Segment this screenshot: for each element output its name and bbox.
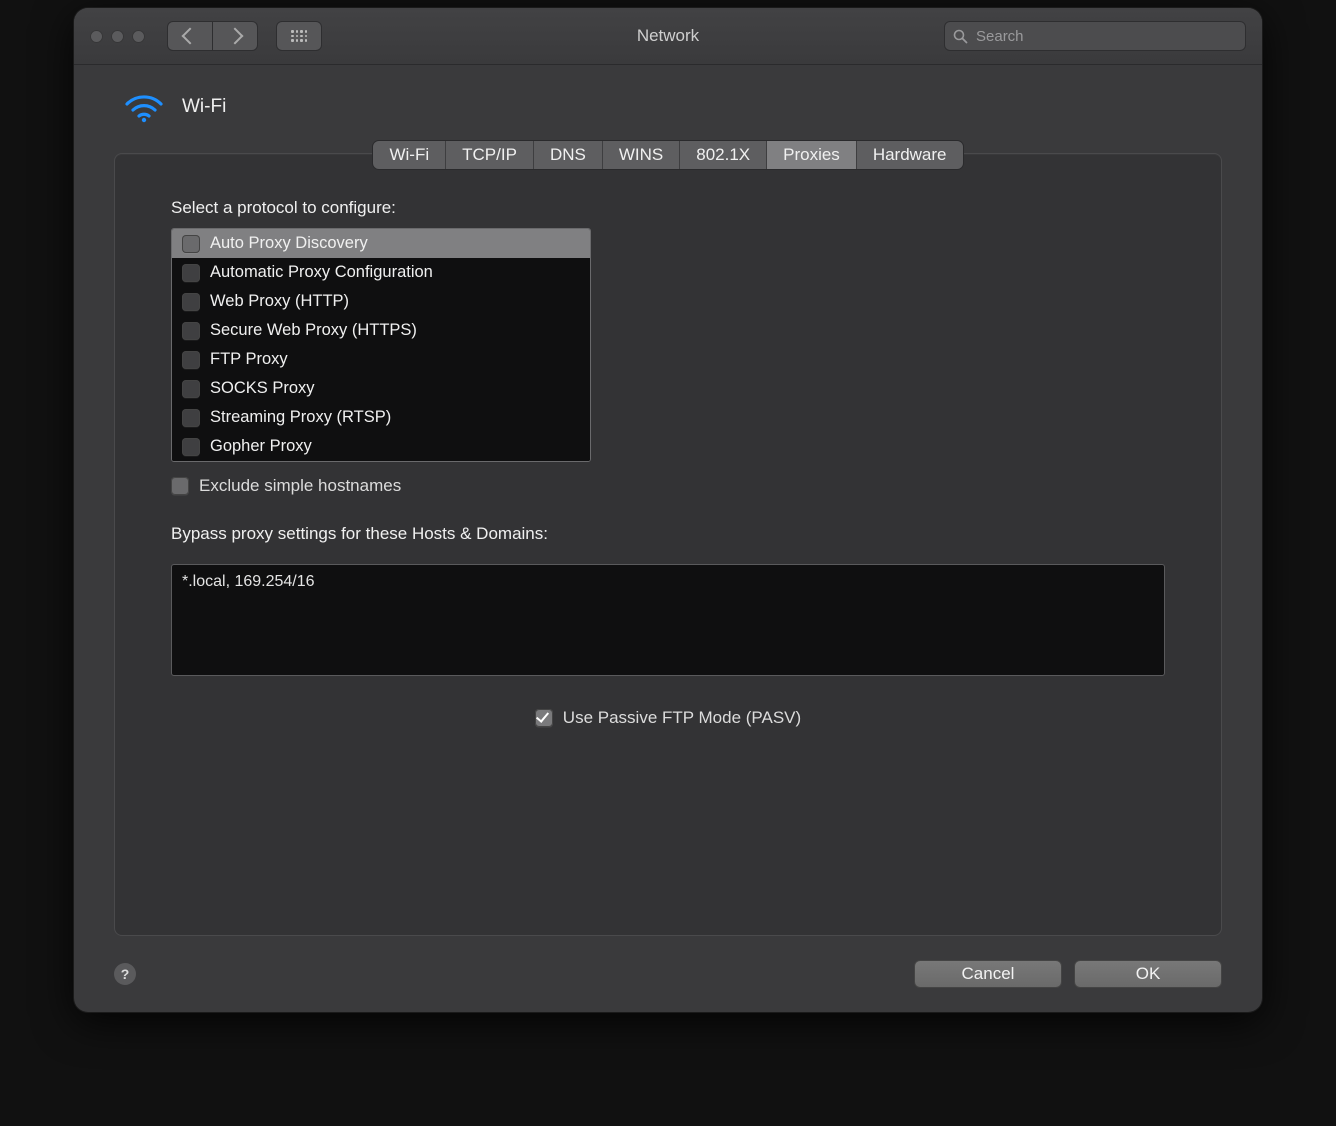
close-window-button[interactable] xyxy=(90,30,103,43)
protocol-row[interactable]: Secure Web Proxy (HTTPS) xyxy=(172,316,590,345)
back-button[interactable] xyxy=(167,21,213,51)
checkbox-icon xyxy=(182,235,200,253)
forward-button[interactable] xyxy=(213,21,258,51)
bypass-label: Bypass proxy settings for these Hosts & … xyxy=(171,524,1165,544)
ok-button[interactable]: OK xyxy=(1074,960,1222,988)
cancel-button[interactable]: Cancel xyxy=(914,960,1062,988)
wifi-icon xyxy=(124,91,164,123)
chevron-left-icon xyxy=(182,28,199,45)
proxies-panel: Select a protocol to configure: Auto Pro… xyxy=(114,153,1222,936)
search-field[interactable] xyxy=(944,21,1246,51)
protocol-label: Secure Web Proxy (HTTPS) xyxy=(210,321,417,340)
tab-bar: Wi-FiTCP/IPDNSWINS802.1XProxiesHardware xyxy=(114,141,1222,169)
checkbox-icon xyxy=(171,477,189,495)
show-all-button[interactable] xyxy=(276,21,322,51)
interface-header: Wi-Fi xyxy=(124,91,1222,123)
protocol-row[interactable]: FTP Proxy xyxy=(172,345,590,374)
footer: ? Cancel OK xyxy=(74,954,1262,1012)
interface-name: Wi-Fi xyxy=(182,96,226,118)
window-controls xyxy=(90,30,145,43)
tab-proxies[interactable]: Proxies xyxy=(766,141,856,169)
tab-tcp-ip[interactable]: TCP/IP xyxy=(445,141,533,169)
grid-icon xyxy=(291,30,307,42)
checkbox-icon xyxy=(182,322,200,340)
help-button[interactable]: ? xyxy=(114,963,136,985)
protocol-label: Web Proxy (HTTP) xyxy=(210,292,349,311)
minimize-window-button[interactable] xyxy=(111,30,124,43)
passive-ftp-label: Use Passive FTP Mode (PASV) xyxy=(563,708,801,728)
tab-dns[interactable]: DNS xyxy=(533,141,602,169)
exclude-simple-hostnames-label: Exclude simple hostnames xyxy=(199,476,401,496)
zoom-window-button[interactable] xyxy=(132,30,145,43)
protocol-row[interactable]: Gopher Proxy xyxy=(172,432,590,461)
tab-802-1x[interactable]: 802.1X xyxy=(679,141,766,169)
content-area: Wi-Fi Wi-FiTCP/IPDNSWINS802.1XProxiesHar… xyxy=(74,65,1262,954)
protocol-row[interactable]: Streaming Proxy (RTSP) xyxy=(172,403,590,432)
chevron-right-icon xyxy=(227,28,244,45)
protocol-label: Gopher Proxy xyxy=(210,437,312,456)
checkbox-icon xyxy=(182,380,200,398)
bypass-textarea[interactable] xyxy=(171,564,1165,676)
protocol-row[interactable]: Auto Proxy Discovery xyxy=(172,229,590,258)
titlebar: Network xyxy=(74,8,1262,65)
passive-ftp-checkbox[interactable]: Use Passive FTP Mode (PASV) xyxy=(171,708,1165,728)
checkbox-icon xyxy=(182,409,200,427)
search-input[interactable] xyxy=(974,27,1237,46)
tab-hardware[interactable]: Hardware xyxy=(856,141,963,169)
protocol-row[interactable]: Web Proxy (HTTP) xyxy=(172,287,590,316)
protocol-label: SOCKS Proxy xyxy=(210,379,315,398)
preferences-window: Network Wi-Fi Wi-FiTCP/IPDNSWINS802.1XPr… xyxy=(74,8,1262,1012)
checkbox-icon xyxy=(182,264,200,282)
checkbox-icon xyxy=(182,293,200,311)
protocol-row[interactable]: SOCKS Proxy xyxy=(172,374,590,403)
protocol-label: Auto Proxy Discovery xyxy=(210,234,368,253)
protocol-label: Automatic Proxy Configuration xyxy=(210,263,433,282)
protocol-list[interactable]: Auto Proxy Discovery Automatic Proxy Conf… xyxy=(171,228,591,462)
exclude-simple-hostnames-checkbox[interactable]: Exclude simple hostnames xyxy=(171,476,1165,496)
checkbox-icon xyxy=(182,438,200,456)
protocol-label: Streaming Proxy (RTSP) xyxy=(210,408,391,427)
checkbox-icon xyxy=(182,351,200,369)
select-protocol-label: Select a protocol to configure: xyxy=(171,198,1165,218)
checkbox-icon xyxy=(535,709,553,727)
tab-wi-fi[interactable]: Wi-Fi xyxy=(373,141,445,169)
tab-wins[interactable]: WINS xyxy=(602,141,679,169)
nav-back-forward xyxy=(167,21,258,51)
protocol-label: FTP Proxy xyxy=(210,350,288,369)
search-icon xyxy=(953,29,968,44)
protocol-row[interactable]: Automatic Proxy Configuration xyxy=(172,258,590,287)
